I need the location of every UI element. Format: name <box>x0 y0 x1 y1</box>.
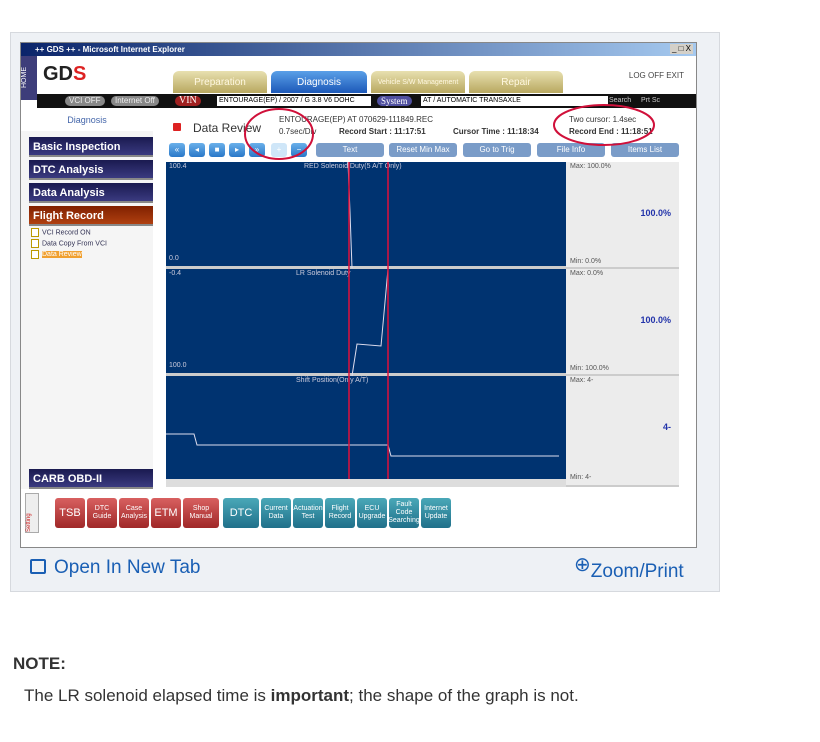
red-button-0[interactable]: TSB <box>55 498 85 528</box>
zoom-label: Zoom/Print <box>590 561 684 582</box>
teal-button-4[interactable]: ECU Upgrade <box>357 498 387 528</box>
teal-button-1[interactable]: Current Data <box>261 498 291 528</box>
setting-tab[interactable]: Setting <box>25 493 39 533</box>
note-text: The LR solenoid elapsed time is importan… <box>24 686 579 706</box>
open-tab-icon <box>30 559 46 574</box>
note-post: ; the shape of the graph is not. <box>349 686 579 705</box>
zoom-print-link[interactable]: ⊕Zoom/Print <box>574 552 684 582</box>
note-pre: The LR solenoid elapsed time is <box>24 686 271 705</box>
red-button-2[interactable]: Case Analysis <box>119 498 149 528</box>
teal-button-3[interactable]: Flight Record <box>325 498 355 528</box>
note-bold: important <box>270 686 350 705</box>
annotation-circle-two-cursor <box>553 104 655 146</box>
zoom-in-icon: ⊕ <box>574 554 591 576</box>
open-new-tab-link[interactable]: Open In New Tab <box>30 557 200 579</box>
open-label: Open In New Tab <box>54 557 201 578</box>
red-button-4[interactable]: Shop Manual <box>183 498 219 528</box>
note-heading: NOTE: <box>13 654 66 673</box>
teal-button-5[interactable]: Fault Code Searching <box>388 498 420 528</box>
teal-button-0[interactable]: DTC <box>223 498 259 528</box>
teal-button-2[interactable]: Actuation Test <box>293 498 323 528</box>
red-button-3[interactable]: ETM <box>151 498 181 528</box>
red-button-1[interactable]: DTC Guide <box>87 498 117 528</box>
annotation-circles <box>244 104 655 160</box>
annotation-circle-scale <box>244 108 314 160</box>
gds-screenshot: ++ GDS ++ - Microsoft Internet Explorer … <box>20 42 697 548</box>
teal-button-6[interactable]: Internet Update <box>421 498 451 528</box>
